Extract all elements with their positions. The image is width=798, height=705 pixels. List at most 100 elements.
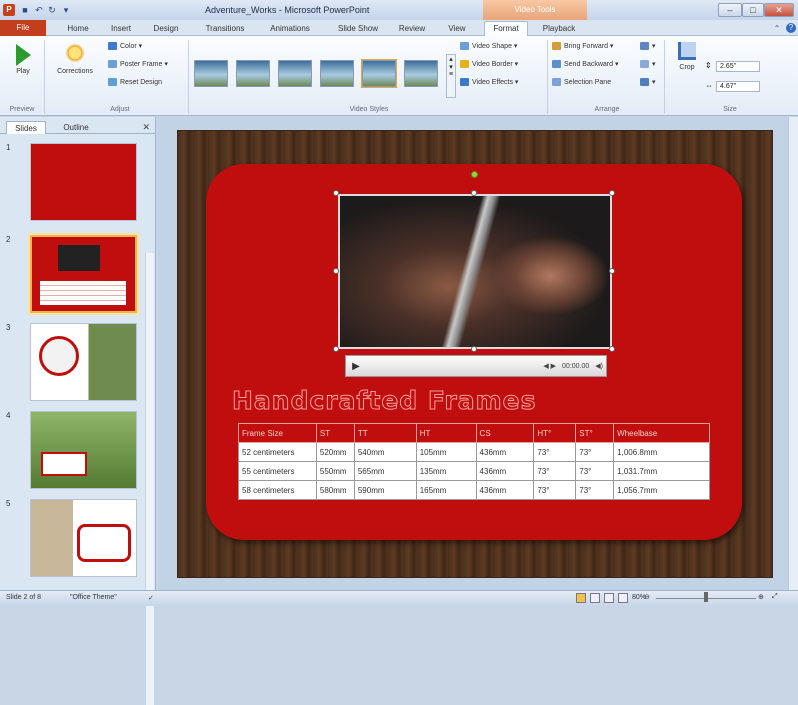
adjust-group-label: Adjust	[110, 106, 130, 113]
slides-panel: Slides Outline ✕ 1 2 3 4 5	[0, 117, 156, 705]
panel-scrollbar[interactable]	[145, 253, 154, 705]
close-button[interactable]: ✕	[764, 3, 794, 17]
resize-handle[interactable]	[609, 190, 615, 196]
video-style-4[interactable]	[320, 60, 354, 87]
slide-show-view-icon[interactable]	[618, 593, 628, 603]
shape-height-input[interactable]: 2.65"	[716, 61, 760, 72]
color-label: Color ▾	[120, 43, 143, 50]
slide-thumbnail-4[interactable]	[30, 411, 137, 489]
table-cell: 73°	[533, 480, 577, 500]
slide-heading[interactable]: Handcrafted Frames	[231, 386, 536, 416]
volume-icon[interactable]: ◀)	[592, 362, 606, 370]
table-cell: 135mm	[415, 461, 477, 481]
corrections-label: Corrections	[57, 68, 93, 75]
spell-check-icon[interactable]: ✓	[148, 594, 154, 602]
resize-handle[interactable]	[609, 268, 615, 274]
crop-button[interactable]: Crop	[672, 40, 702, 71]
video-shape-button[interactable]: Video Shape ▾	[460, 42, 517, 50]
resize-handle[interactable]	[471, 346, 477, 352]
play-button[interactable]: Play	[6, 40, 40, 75]
video-style-2[interactable]	[236, 60, 270, 87]
fit-to-window-icon[interactable]: ⤢	[772, 593, 778, 601]
zoom-in-icon[interactable]: ⊕	[758, 593, 764, 601]
tab-format[interactable]: Format	[484, 21, 528, 37]
send-backward-button[interactable]: Send Backward ▾	[552, 60, 619, 68]
zoom-out-icon[interactable]: ⊖	[644, 593, 650, 601]
slide-thumbnail-5[interactable]	[30, 499, 137, 577]
reset-design-label: Reset Design	[120, 78, 163, 86]
video-style-3[interactable]	[278, 60, 312, 87]
resize-handle[interactable]	[471, 190, 477, 196]
customize-quick-access-icon[interactable]: ▾	[60, 4, 72, 16]
undo-icon[interactable]: ↶	[33, 4, 45, 16]
gallery-scroll-icon[interactable]: ▴ ▾ ≡	[446, 54, 456, 98]
table-header-cell: Wheelbase	[613, 423, 710, 443]
save-icon[interactable]: ■	[19, 4, 31, 16]
redo-icon[interactable]: ↻	[46, 4, 58, 16]
video-effects-button[interactable]: Video Effects ▾	[460, 78, 518, 86]
shape-width-input[interactable]: 4.67"	[716, 81, 760, 92]
resize-handle[interactable]	[333, 268, 339, 274]
resize-handle[interactable]	[333, 346, 339, 352]
group-icon	[640, 60, 649, 68]
corrections-button[interactable]: Corrections	[50, 40, 100, 75]
normal-view-icon[interactable]	[576, 593, 586, 603]
tab-outline[interactable]: Outline	[52, 121, 100, 134]
resize-handle[interactable]	[333, 190, 339, 196]
minimize-button[interactable]: –	[718, 3, 742, 17]
color-button[interactable]: Color ▾	[108, 42, 142, 50]
sun-icon	[64, 42, 86, 64]
reading-view-icon[interactable]	[604, 593, 614, 603]
canvas-scrollbar[interactable]	[788, 117, 798, 590]
video-style-6[interactable]	[404, 60, 438, 87]
table-cell: 1,006.8mm	[613, 442, 710, 462]
slide-thumbnail-3[interactable]	[30, 323, 137, 401]
maximize-button[interactable]: □	[742, 3, 764, 17]
slide-thumbnail-2[interactable]	[30, 235, 137, 313]
group-button[interactable]: ▾	[640, 60, 656, 68]
poster-frame-button[interactable]: Poster Frame ▾	[108, 60, 168, 68]
powerpoint-app-icon[interactable]: P	[3, 4, 15, 16]
tab-animations[interactable]: Animations	[260, 22, 320, 36]
zoom-slider-thumb[interactable]	[704, 592, 708, 602]
poster-frame-label: Poster Frame ▾	[120, 61, 168, 68]
video-border-button[interactable]: Video Border ▾	[460, 60, 518, 68]
tab-insert[interactable]: Insert	[102, 22, 140, 36]
table-cell: 73°	[575, 461, 615, 481]
step-back-forward-icon[interactable]: ◀ ▶	[540, 362, 559, 370]
reset-design-button[interactable]: Reset Design	[108, 78, 162, 86]
tab-transitions[interactable]: Transitions	[196, 22, 254, 36]
close-panel-icon[interactable]: ✕	[142, 122, 150, 133]
table-row: 55 centimeters 550mm 565mm 135mm 436mm 7…	[238, 461, 710, 481]
frame-specs-table[interactable]: Frame Size ST TT HT CS HT° ST° Wheelbase…	[238, 423, 710, 500]
tab-view[interactable]: View	[440, 22, 474, 36]
table-header-cell: ST	[315, 423, 355, 443]
help-icon[interactable]: ?	[786, 23, 796, 33]
table-row: 58 centimeters 580mm 590mm 165mm 436mm 7…	[238, 480, 710, 500]
tab-slides[interactable]: Slides	[6, 121, 46, 134]
align-button[interactable]: ▾	[640, 42, 656, 50]
rotation-handle[interactable]	[471, 171, 478, 178]
table-cell: 73°	[575, 442, 615, 462]
video-style-1[interactable]	[194, 60, 228, 87]
height-icon: ⇕	[705, 61, 712, 70]
bring-forward-button[interactable]: Bring Forward ▾	[552, 42, 613, 50]
slide-thumbnail-1[interactable]	[30, 143, 137, 221]
slide-sorter-view-icon[interactable]	[590, 593, 600, 603]
tab-home[interactable]: Home	[58, 22, 98, 36]
bring-forward-icon	[552, 42, 561, 50]
tab-review[interactable]: Review	[392, 22, 432, 36]
tab-playback[interactable]: Playback	[534, 22, 584, 36]
table-cell: 105mm	[415, 442, 477, 462]
video-frame[interactable]	[338, 194, 612, 349]
rotate-button[interactable]: ▾	[640, 78, 656, 86]
resize-handle[interactable]	[609, 346, 615, 352]
tab-file[interactable]: File	[0, 20, 46, 36]
video-seek-bar[interactable]	[366, 356, 540, 376]
tab-slide-show[interactable]: Slide Show	[330, 22, 386, 36]
tab-design[interactable]: Design	[146, 22, 186, 36]
video-play-icon[interactable]: ▶	[346, 356, 366, 376]
selection-pane-button[interactable]: Selection Pane	[552, 78, 611, 86]
minimize-ribbon-icon[interactable]: ⌃	[772, 22, 782, 36]
video-style-5[interactable]	[361, 59, 397, 88]
